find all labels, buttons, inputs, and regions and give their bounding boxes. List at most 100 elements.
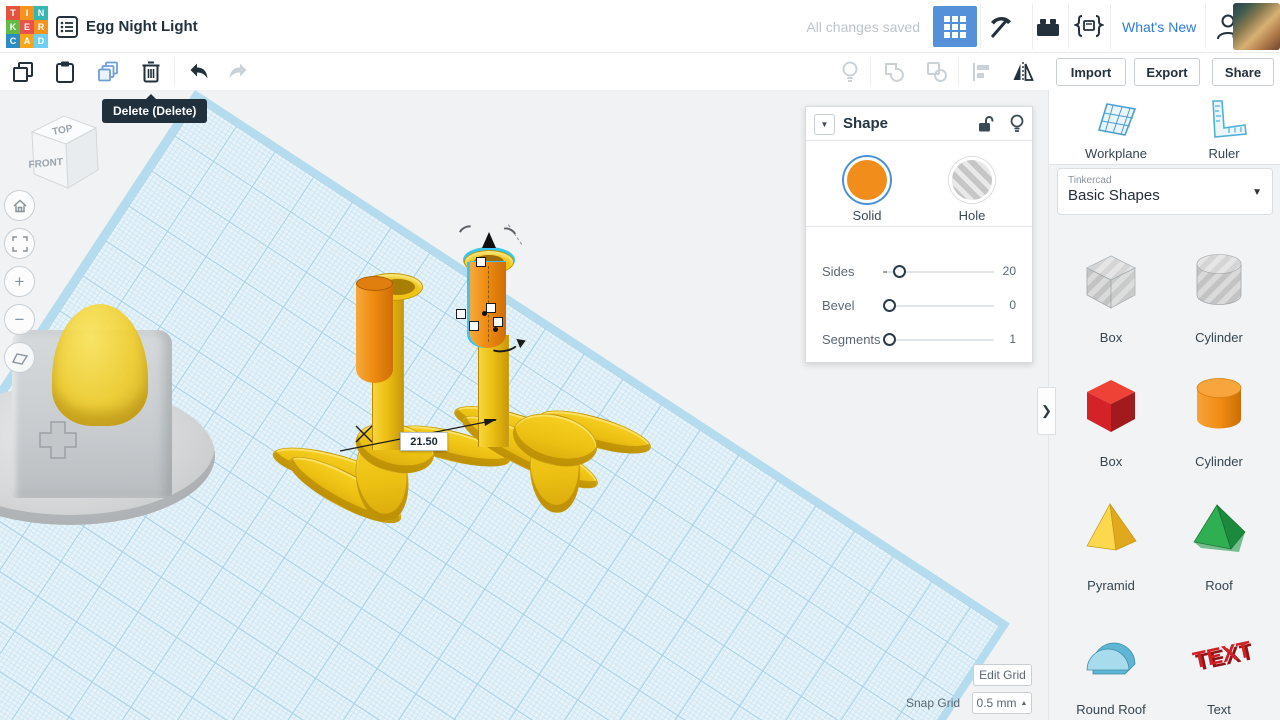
undo-icon[interactable] [186,60,210,84]
shape-round-roof[interactable]: Round Roof [1057,604,1165,728]
segments-slider-handle[interactable] [883,333,896,346]
edit-toolbar: Import Export Share [0,53,1280,90]
slider-tick [883,271,887,273]
export-button[interactable]: Export [1134,58,1200,86]
sides-slider-track[interactable] [883,265,994,278]
header-separator [1110,4,1111,49]
show-all-bulb-icon[interactable] [838,60,862,84]
rotate-arc-right[interactable] [497,224,519,245]
sidebar-collapse-handle[interactable]: ❯ [1037,387,1056,435]
shape-hole-cylinder[interactable]: Cylinder [1165,232,1273,356]
workplane-view-button[interactable] [4,342,35,373]
zoom-out-button[interactable]: − [4,304,35,335]
shape-hole-box[interactable]: Box [1057,232,1165,356]
shape-text[interactable]: TEXT TEXT Text [1165,604,1273,728]
dimension-value-label[interactable]: 21.50 [400,432,448,451]
hide-bulb-icon[interactable] [1007,113,1027,135]
shape-cylinder[interactable]: Cylinder [1165,356,1273,480]
codeblocks-icon[interactable] [1074,14,1104,40]
unlock-icon[interactable] [976,114,996,134]
solid-option[interactable] [844,157,890,203]
home-icon [12,198,27,212]
fit-view-button[interactable] [4,228,35,259]
ruler-tool[interactable]: Ruler [1179,98,1269,161]
caret-up-icon: ▲ [1020,699,1028,707]
scale-handle[interactable] [469,321,479,331]
panel-divider [806,226,1032,227]
handle-dot [493,327,498,332]
scale-handle[interactable] [486,303,496,313]
solid-label: Solid [852,208,882,223]
rotate-arc-left[interactable] [456,222,478,243]
slider-label: Segments [822,332,881,347]
zoom-in-button[interactable]: + [4,266,35,297]
scale-handle[interactable] [493,317,503,327]
scale-handle[interactable] [456,309,466,319]
redo-icon[interactable] [227,60,251,84]
header-separator [1068,4,1069,49]
round-roof-icon [1086,642,1136,675]
snap-grid-label: Snap Grid [906,696,961,710]
bevel-slider-row: Bevel 0 [806,291,1032,321]
tinkercad-logo[interactable]: TINKERCAD [6,6,48,48]
scale-handle[interactable] [476,257,486,267]
shape-roof[interactable]: Roof [1165,480,1273,604]
slider-label: Bevel [822,298,855,313]
toolbar-separator [870,57,871,86]
slider-value: 1 [1009,332,1016,346]
shape-box[interactable]: Box [1057,356,1165,480]
library-name: Basic Shapes [1068,187,1160,204]
bevel-slider-track[interactable] [883,299,994,312]
handle-dot [482,311,487,316]
text-icon: TEXT TEXT [1191,636,1251,676]
bevel-slider-handle[interactable] [883,299,896,312]
snap-grid-dropdown[interactable]: 0.5 mm ▲ [972,692,1032,714]
avatar[interactable] [1233,3,1280,50]
hole-label: Hole [958,208,986,223]
import-button[interactable]: Import [1056,58,1126,86]
view-cube[interactable]: TOP FRONT [20,106,104,198]
collapse-panel-button[interactable]: ▼ [814,114,835,135]
edit-grid-button[interactable]: Edit Grid [973,664,1032,686]
orange-cylinder-model[interactable] [356,283,393,383]
viewport-3d[interactable]: workplane TOP FRONT + − Delete (Delete) [0,90,1048,720]
workplane-tool[interactable]: Workplane [1071,98,1161,161]
delete-icon[interactable] [139,60,163,84]
duplicate-icon[interactable] [96,60,120,84]
home-view-button[interactable] [4,190,35,221]
shape-label: Text [1207,702,1231,717]
ungroup-icon[interactable] [925,60,949,84]
sides-slider-handle[interactable] [893,265,906,278]
header-separator [1205,4,1206,49]
toolbar-separator [958,57,959,86]
copy-icon[interactable] [11,60,35,84]
group-icon[interactable] [882,60,906,84]
brick-blocks-icon[interactable] [1036,17,1060,37]
fit-view-icon [11,235,28,252]
share-button[interactable]: Share [1212,58,1274,86]
snap-grid-value: 0.5 mm [976,696,1017,710]
mirror-icon[interactable] [1011,60,1035,84]
shape-label: Roof [1205,578,1233,593]
document-title[interactable]: Egg Night Light [86,18,198,35]
shape-gallery: Box Cylinder Box Cylinder Pyramid Roof R… [1049,232,1280,728]
ruler-tool-label: Ruler [1208,146,1240,161]
shape-library-dropdown[interactable]: Tinkercad Basic Shapes ▼ [1057,168,1273,215]
hole-cylinder-icon [1196,254,1242,305]
shape-label: Box [1099,330,1123,345]
align-icon[interactable] [970,60,994,84]
paste-icon[interactable] [53,60,77,84]
dashboard-grid-button[interactable] [933,6,977,47]
minecraft-pickaxe-icon[interactable] [987,13,1014,40]
pyramid-icon [1086,502,1137,551]
properties-list-icon[interactable] [55,15,79,39]
hole-option[interactable] [949,157,995,203]
inspector-title: Shape [843,115,889,132]
shape-label: Cylinder [1195,454,1243,469]
shape-pyramid[interactable]: Pyramid [1057,480,1165,604]
segments-slider-track[interactable] [883,333,994,346]
raise-handle-cone[interactable] [482,232,496,248]
whats-new-link[interactable]: What's New [1122,19,1196,35]
workplane-tool-icon [1097,103,1137,136]
header-separator [1032,4,1033,49]
